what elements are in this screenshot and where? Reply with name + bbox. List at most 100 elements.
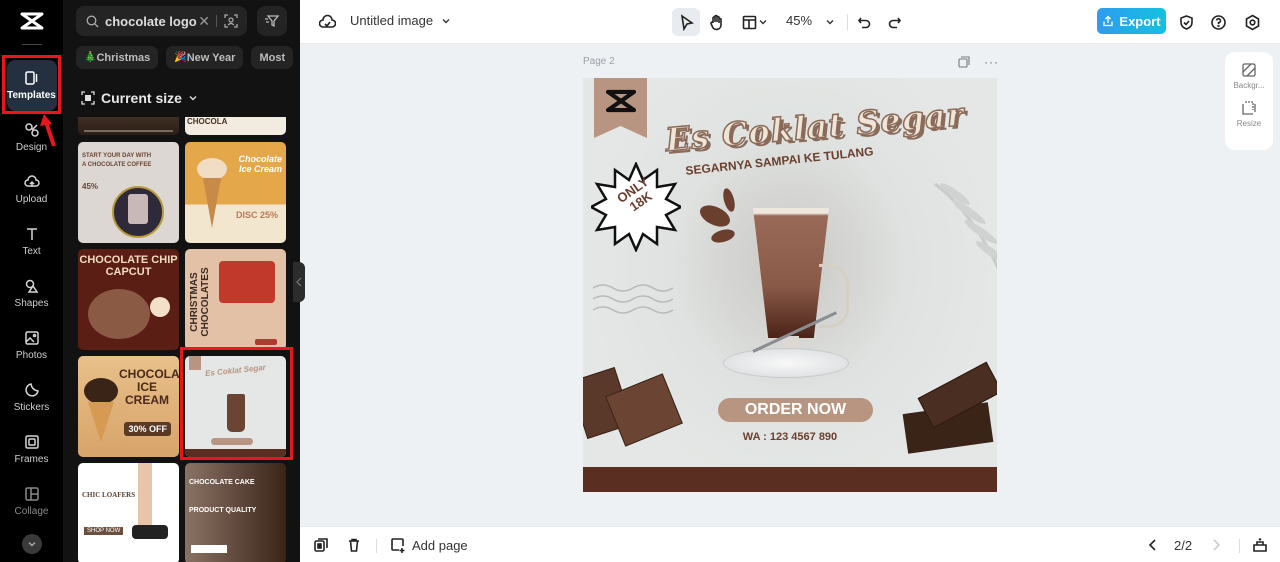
sidebar-item-collage[interactable]: Collage <box>7 476 57 527</box>
redo-icon <box>888 17 901 28</box>
trash-icon <box>349 538 359 552</box>
export-button[interactable]: Export <box>1097 8 1166 34</box>
add-page-button[interactable]: Add page <box>390 537 468 553</box>
chip-new-year[interactable]: 🎉 New Year <box>166 46 244 69</box>
chevron-down-icon <box>826 20 834 25</box>
settings-button[interactable] <box>1240 10 1264 34</box>
photo-icon <box>24 331 39 345</box>
background-icon <box>1242 63 1256 77</box>
help-icon <box>1210 14 1226 30</box>
sidebar-item-label: Text <box>22 246 41 257</box>
shapes-icon <box>25 279 38 293</box>
template-card[interactable]: CHOCOLATE ICE CREAM 30% OFF <box>78 356 179 457</box>
search-divider <box>216 15 217 27</box>
top-toolbar: Untitled image 45% Export <box>300 0 1280 44</box>
capcut-logo-icon[interactable] <box>17 10 47 32</box>
party-icon: 🎉 <box>174 52 187 63</box>
left-rail: Templates Design Upload Text Shapes Phot… <box>0 0 63 562</box>
collage-icon <box>24 487 39 501</box>
category-chips: 🎄 Christmas 🎉 New Year Most <box>76 46 300 69</box>
select-tool-button[interactable] <box>672 8 700 36</box>
sidebar-item-shapes[interactable]: Shapes <box>7 268 57 319</box>
hand-tool-button[interactable] <box>704 10 728 34</box>
page-panel-toggle[interactable] <box>1252 537 1268 553</box>
text-icon <box>26 228 37 240</box>
image-search-icon[interactable] <box>223 13 239 29</box>
template-card[interactable]: CHOCOLATE CHIP CAPCUT <box>78 249 179 350</box>
duplicate-page-button[interactable] <box>313 537 329 553</box>
sidebar-item-text[interactable]: Text <box>7 216 57 267</box>
cloud-sync-icon[interactable] <box>315 10 339 34</box>
sidebar-item-label: Templates <box>7 90 56 101</box>
toolbar-divider <box>1239 539 1240 553</box>
undo-icon <box>857 17 870 28</box>
frame-icon <box>24 435 39 449</box>
splash-decoration <box>700 188 735 243</box>
leaf-decoration <box>934 182 997 270</box>
chip-most[interactable]: Most <box>251 46 294 69</box>
upload-cloud-icon <box>23 175 40 187</box>
chevron-left-icon <box>1148 539 1156 551</box>
sidebar-item-templates[interactable]: Templates <box>6 60 57 111</box>
template-card[interactable]: CHRISTMAS CHOCOLATES <box>185 249 286 350</box>
document-title: Untitled image <box>350 13 434 28</box>
saucer <box>723 348 849 378</box>
rail-divider <box>21 44 42 45</box>
template-card[interactable]: CHOCOLATE CAKE PRODUCT QUALITY <box>185 463 286 562</box>
design-poster[interactable]: Es Coklat Segar SEGARNYA SAMPAI KE TULAN… <box>583 78 997 492</box>
template-card[interactable] <box>78 117 179 135</box>
resize-icon <box>1242 101 1256 115</box>
undo-button[interactable] <box>852 10 876 34</box>
more-options-icon[interactable]: ··· <box>984 55 999 69</box>
help-button[interactable] <box>1206 10 1230 34</box>
page-counter: 2/2 <box>1174 538 1193 553</box>
filter-button[interactable] <box>257 6 287 36</box>
share-icon <box>1103 15 1114 27</box>
template-grid: CHOCOLA START YOUR DAY WITH A CHOCOLATE … <box>78 117 286 562</box>
template-card[interactable]: CHIC LOAFERS SHOP NOW <box>78 463 179 562</box>
duplicate-page-icon[interactable] <box>958 56 970 68</box>
redo-button[interactable] <box>882 10 906 34</box>
sidebar-item-photos[interactable]: Photos <box>7 320 57 371</box>
layout-icon <box>742 15 756 29</box>
page-tools: ··· <box>958 55 999 69</box>
clear-search-icon[interactable]: ✕ <box>198 13 210 30</box>
search-input[interactable]: chocolate logo ✕ <box>76 6 247 36</box>
chevron-down-icon <box>189 96 197 101</box>
search-query[interactable]: chocolate logo <box>105 14 198 29</box>
template-card[interactable]: CHOCOLA <box>185 117 286 135</box>
sidebar-item-upload[interactable]: Upload <box>7 164 57 215</box>
zoom-dropdown[interactable] <box>818 10 842 34</box>
template-card-selected[interactable]: Es Coklat Segar <box>185 356 286 457</box>
canvas-area[interactable]: Page 2 ··· Es Coklat Segar SEGARNYA SAMP… <box>300 45 1280 525</box>
capcut-editor: Templates Design Upload Text Shapes Phot… <box>0 0 1280 562</box>
chevron-down-icon <box>28 542 35 547</box>
poster-footer-band <box>583 467 997 492</box>
filter-icon <box>265 15 280 28</box>
sidebar-item-label: Upload <box>15 194 48 205</box>
add-page-icon <box>391 538 405 553</box>
brand-ribbon <box>594 78 647 138</box>
chip-christmas[interactable]: 🎄 Christmas <box>76 46 159 69</box>
chevron-down-icon <box>759 20 766 25</box>
toolbar-divider <box>376 539 377 553</box>
prev-page-button[interactable] <box>1145 537 1161 553</box>
side-tools-panel: Backgr... Resize <box>1225 52 1273 150</box>
document-title-dropdown[interactable]: Untitled image <box>350 13 451 28</box>
resize-tool[interactable]: Resize <box>1237 100 1261 128</box>
security-button[interactable] <box>1174 10 1198 34</box>
zoom-level[interactable]: 45% <box>786 13 812 28</box>
size-filter-dropdown[interactable]: Current size <box>81 90 198 106</box>
layout-dropdown[interactable] <box>736 10 772 34</box>
background-tool[interactable]: Backgr... <box>1233 62 1265 90</box>
delete-page-button[interactable] <box>346 537 362 553</box>
sidebar-item-frames[interactable]: Frames <box>7 424 57 475</box>
next-page-button[interactable] <box>1208 537 1224 553</box>
template-card[interactable]: Chocolate Ice Cream DISC 25% <box>185 142 286 243</box>
sidebar-item-stickers[interactable]: Stickers <box>7 372 57 423</box>
pages-tray-icon <box>1253 537 1267 552</box>
collapse-panel-handle[interactable] <box>293 262 305 302</box>
template-card[interactable]: START YOUR DAY WITH A CHOCOLATE COFFEE 4… <box>78 142 179 243</box>
more-tools-button[interactable] <box>21 534 42 554</box>
sidebar-item-design[interactable]: Design <box>7 112 57 163</box>
